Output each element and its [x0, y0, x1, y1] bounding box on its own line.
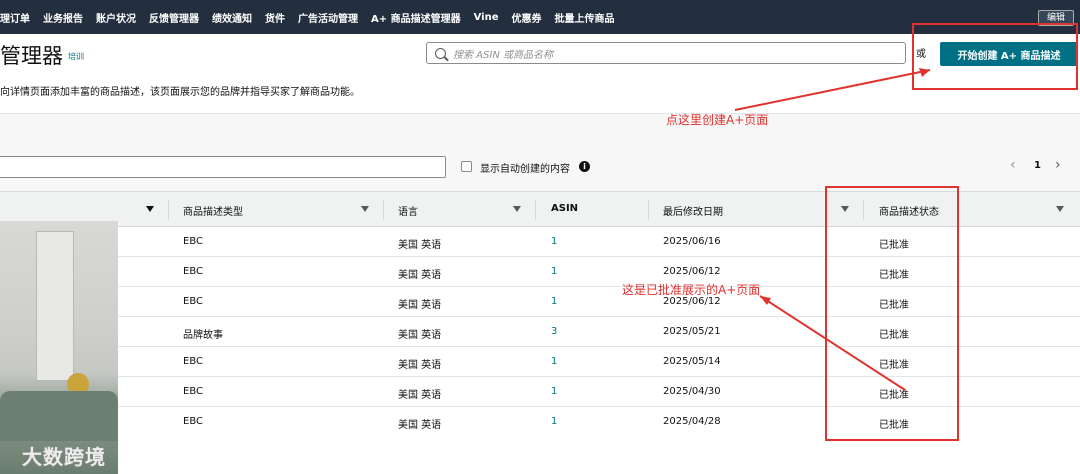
photo-door: [36, 231, 74, 381]
nav-item-coupons[interactable]: 优惠券: [512, 10, 542, 25]
auto-created-checkbox-label: 显示自动创建的内容: [480, 164, 570, 175]
nav-item-shipments[interactable]: 货件: [265, 10, 285, 25]
nav-item-bulk-upload[interactable]: 批量上传商品: [555, 10, 615, 25]
cell-asin-link[interactable]: 1: [551, 296, 557, 307]
nav-item-campaign-manager[interactable]: 广告活动管理: [298, 10, 358, 25]
cell-asin-link[interactable]: 1: [551, 386, 557, 397]
page-title: 管理器: [0, 44, 63, 68]
cell-language: 美国 英语: [398, 360, 442, 371]
pager-prev-icon[interactable]: ‹: [1010, 157, 1016, 173]
cell-date: 2025/04/30: [663, 386, 721, 397]
search-icon: [435, 47, 446, 59]
cell-date: 2025/04/28: [663, 416, 721, 427]
cell-language: 美国 英语: [398, 270, 442, 281]
search-placeholder: 搜索 ASIN 或商品名称: [453, 49, 553, 61]
cell-type: EBC: [183, 416, 203, 427]
info-icon[interactable]: i: [579, 161, 590, 172]
column-header-language[interactable]: 语言: [398, 203, 418, 218]
sort-icon[interactable]: [1056, 206, 1064, 212]
annotation-box-status: [825, 186, 959, 441]
cell-type: EBC: [183, 266, 203, 277]
sort-icon[interactable]: [513, 206, 521, 212]
cell-language: 美国 英语: [398, 330, 442, 341]
cell-language: 美国 英语: [398, 420, 442, 431]
page-description: 向详情页面添加丰富的商品描述，该页面展示您的品牌并指导买家了解商品功能。: [0, 87, 360, 98]
cell-language: 美国 英语: [398, 390, 442, 401]
cell-type: EBC: [183, 296, 203, 307]
cell-asin-link[interactable]: 1: [551, 236, 557, 247]
webcam-overlay-image: [0, 221, 118, 474]
search-input[interactable]: 搜索 ASIN 或商品名称: [426, 42, 906, 64]
sort-icon[interactable]: [361, 206, 369, 212]
cell-date: 2025/05/21: [663, 326, 721, 337]
pager-current-page: 1: [1034, 160, 1041, 171]
nav-item-vine[interactable]: Vine: [474, 12, 499, 23]
cell-date: 2025/06/16: [663, 236, 721, 247]
column-header-last-modified[interactable]: 最后修改日期: [663, 203, 723, 218]
nav-item-orders[interactable]: 理订单: [0, 10, 30, 25]
cell-asin-link[interactable]: 1: [551, 416, 557, 427]
pager-next-icon[interactable]: ›: [1055, 157, 1061, 173]
nav-item-a-plus-manager[interactable]: A+ 商品描述管理器: [371, 10, 461, 25]
nav-item-performance-notifications[interactable]: 绩效通知: [212, 10, 252, 25]
sort-icon[interactable]: [146, 206, 154, 212]
cell-language: 美国 英语: [398, 240, 442, 251]
cell-type: 品牌故事: [183, 330, 223, 341]
nav-item-feedback-manager[interactable]: 反馈管理器: [149, 10, 199, 25]
nav-item-account-health[interactable]: 账户状况: [96, 10, 136, 25]
annotation-box-create: [912, 23, 1078, 90]
cell-type: EBC: [183, 356, 203, 367]
annotation-text-create: 点这里创建A+页面: [666, 113, 769, 127]
cell-asin-link[interactable]: 1: [551, 356, 557, 367]
cell-asin-link[interactable]: 1: [551, 266, 557, 277]
watermark-text: 大数跨境: [22, 445, 106, 469]
auto-created-checkbox[interactable]: [461, 161, 472, 172]
cell-date: 2025/05/14: [663, 356, 721, 367]
cell-language: 美国 英语: [398, 300, 442, 311]
annotation-arrow-create: [734, 69, 931, 111]
annotation-text-status: 这是已批准展示的A+页面: [622, 283, 761, 297]
nav-item-business-reports[interactable]: 业务报告: [43, 10, 83, 25]
cell-type: EBC: [183, 236, 203, 247]
column-header-type[interactable]: 商品描述类型: [183, 203, 243, 218]
training-link[interactable]: 培训: [68, 51, 84, 62]
photo-sofa: [0, 391, 118, 441]
filter-input[interactable]: [0, 156, 446, 178]
cell-type: EBC: [183, 386, 203, 397]
cell-date: 2025/06/12: [663, 266, 721, 277]
cell-asin-link[interactable]: 3: [551, 326, 557, 337]
column-header-asin[interactable]: ASIN: [551, 203, 578, 214]
